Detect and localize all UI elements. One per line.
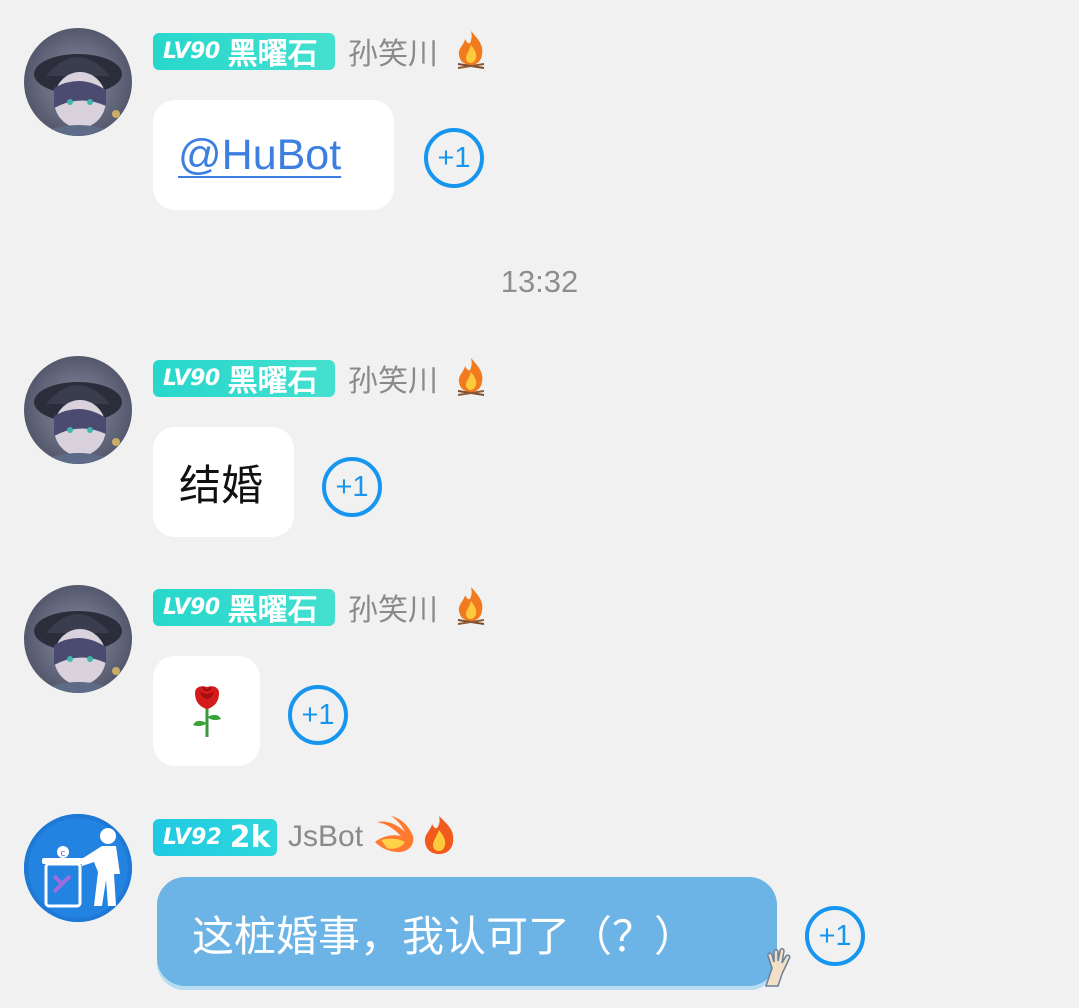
bot-message-bubble[interactable]: 这桩婚事，我认可了（？） [157,877,777,990]
message-text: 结婚 [179,460,264,510]
level-badge: LV92 2k [153,818,277,856]
sender-meta: LV90 黑曜石 孙笑川 [153,29,488,73]
svg-text:c: c [61,849,66,859]
level-label: LV90 [163,365,220,391]
message-bubble[interactable]: @HuBot [153,100,394,210]
sender-name[interactable]: JsBot [288,820,363,854]
flame-icon [454,29,488,73]
message-text: 这桩婚事，我认可了（？） [192,912,697,961]
plus-one-button[interactable]: +1 [424,128,484,188]
avatar[interactable] [24,585,132,693]
message-bubble[interactable] [153,656,260,766]
sender-name[interactable]: 孙笑川 [348,585,438,629]
timestamp: 13:32 [500,264,579,299]
level-badge: LV90 黑曜石 [153,359,335,399]
mention-link[interactable]: @HuBot [178,131,341,180]
plus-one-button[interactable]: +1 [288,685,348,745]
sender-meta: LV90 黑曜石 孙笑川 [153,585,488,629]
level-label: LV92 [163,824,222,850]
plus-one-button[interactable]: +1 [805,906,865,966]
rank-label: 黑曜石 [227,364,318,399]
sender-name[interactable]: 孙笑川 [348,29,438,73]
message-bubble[interactable]: 结婚 [153,427,294,537]
level-badge: LV90 黑曜石 [153,588,335,628]
rose-emoji [187,683,227,739]
plus-one-button[interactable]: +1 [322,457,382,517]
chat-window: LV90 黑曜石 孙笑川 @HuBot +1 13:32 LV90 黑曜石 孙笑… [0,0,1079,1008]
sender-meta: LV90 黑曜石 孙笑川 [153,356,488,400]
flame-icon [419,814,459,860]
winged-flame-icon [373,814,419,860]
flame-icon [454,356,488,400]
rank-label: 黑曜石 [227,593,318,628]
avatar[interactable] [24,356,132,464]
level-label: LV90 [163,594,220,620]
hand-icon [758,946,794,992]
sender-name[interactable]: 孙笑川 [348,356,438,400]
avatar[interactable] [24,28,132,136]
level-label: LV90 [163,38,220,64]
flame-icon [454,585,488,629]
rank-label: 黑曜石 [227,37,318,72]
rank-label: 2k [229,819,271,855]
bot-avatar[interactable]: c [24,814,132,922]
sender-meta: LV92 2k JsBot [153,814,459,860]
level-badge: LV90 黑曜石 [153,32,335,72]
